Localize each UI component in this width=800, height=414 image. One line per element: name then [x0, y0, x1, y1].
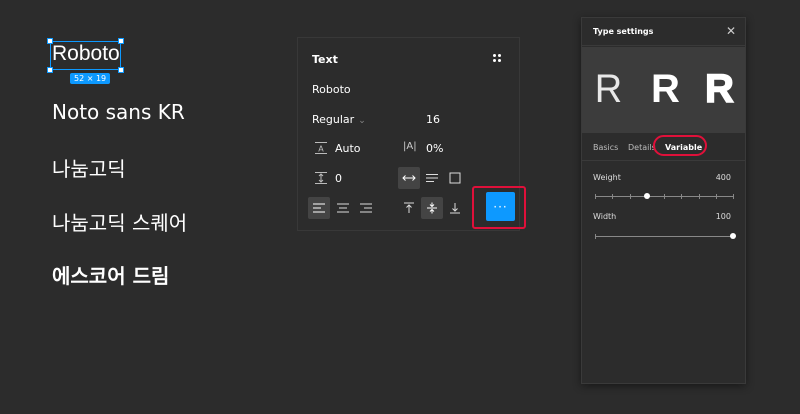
- font-family-select[interactable]: Roboto: [312, 83, 351, 96]
- auto-width-icon: [402, 175, 416, 181]
- align-top-icon: [404, 202, 414, 213]
- resize-handle[interactable]: [47, 67, 53, 73]
- fixed-size-icon: [449, 172, 461, 184]
- dimension-badge: 52 × 19: [70, 73, 111, 84]
- font-weight-value: Regular: [312, 113, 355, 126]
- letter-spacing-input[interactable]: 0%: [426, 142, 443, 155]
- preview-glyph-thin: R: [594, 67, 623, 111]
- weight-slider-handle[interactable]: [643, 193, 650, 199]
- tab-details[interactable]: Details: [628, 143, 656, 152]
- preview-glyph-black: R: [704, 66, 734, 112]
- panel-header: Type settings ✕: [582, 18, 745, 46]
- font-preview: R R R: [582, 47, 745, 133]
- four-dots-icon[interactable]: [493, 54, 501, 62]
- sample-nanum-square[interactable]: 나눔고딕 스퀘어: [52, 207, 187, 236]
- align-bottom-button[interactable]: [444, 197, 466, 219]
- sample-nanum-gothic[interactable]: 나눔고딕: [52, 153, 126, 182]
- letter-spacing-icon: |A|: [403, 141, 417, 152]
- preview-glyph-bold: R: [651, 67, 680, 111]
- width-slider[interactable]: [595, 233, 736, 239]
- type-settings-panel: Type settings ✕ R R R Basics Details Var…: [581, 17, 746, 384]
- sample-roboto[interactable]: Roboto: [52, 42, 120, 66]
- font-weight-select[interactable]: Regular ⌄: [312, 113, 366, 126]
- align-top-button[interactable]: [398, 197, 420, 219]
- align-center-icon: [337, 203, 349, 213]
- panel-title: Type settings: [593, 27, 654, 36]
- sample-s-core-dream[interactable]: 에스코어 드림: [52, 260, 169, 289]
- align-left-icon: [313, 203, 325, 213]
- auto-width-button[interactable]: [398, 167, 420, 189]
- align-bottom-icon: [450, 203, 460, 214]
- paragraph-spacing-icon: [315, 172, 327, 184]
- align-middle-button[interactable]: [421, 197, 443, 219]
- weight-value[interactable]: 400: [716, 173, 731, 182]
- auto-height-button[interactable]: [421, 167, 443, 189]
- panel-title: Text: [312, 53, 338, 66]
- line-height-icon: A: [315, 142, 327, 154]
- auto-height-icon: [426, 174, 438, 182]
- paragraph-spacing-input[interactable]: 0: [335, 172, 342, 185]
- svg-text:A: A: [318, 145, 324, 154]
- align-right-button[interactable]: [355, 197, 377, 219]
- weight-label: Weight: [593, 173, 621, 182]
- chevron-down-icon: ⌄: [358, 116, 366, 126]
- width-slider-handle[interactable]: [730, 233, 736, 239]
- align-center-button[interactable]: [332, 197, 354, 219]
- highlight-ring: [653, 135, 707, 156]
- align-left-button[interactable]: [308, 197, 330, 219]
- close-icon[interactable]: ✕: [726, 24, 736, 38]
- resize-handle[interactable]: [118, 67, 124, 73]
- width-label: Width: [593, 212, 617, 221]
- tab-basics[interactable]: Basics: [593, 143, 618, 152]
- width-value[interactable]: 100: [716, 212, 731, 221]
- align-right-icon: [360, 203, 372, 213]
- fixed-size-button[interactable]: [444, 167, 466, 189]
- font-size-input[interactable]: 16: [426, 113, 440, 126]
- align-middle-icon: [427, 202, 437, 214]
- type-settings-button[interactable]: ···: [486, 192, 515, 221]
- sample-noto-sans-kr[interactable]: Noto sans KR: [52, 100, 185, 124]
- weight-slider[interactable]: [595, 193, 734, 199]
- line-height-input[interactable]: Auto: [335, 142, 361, 155]
